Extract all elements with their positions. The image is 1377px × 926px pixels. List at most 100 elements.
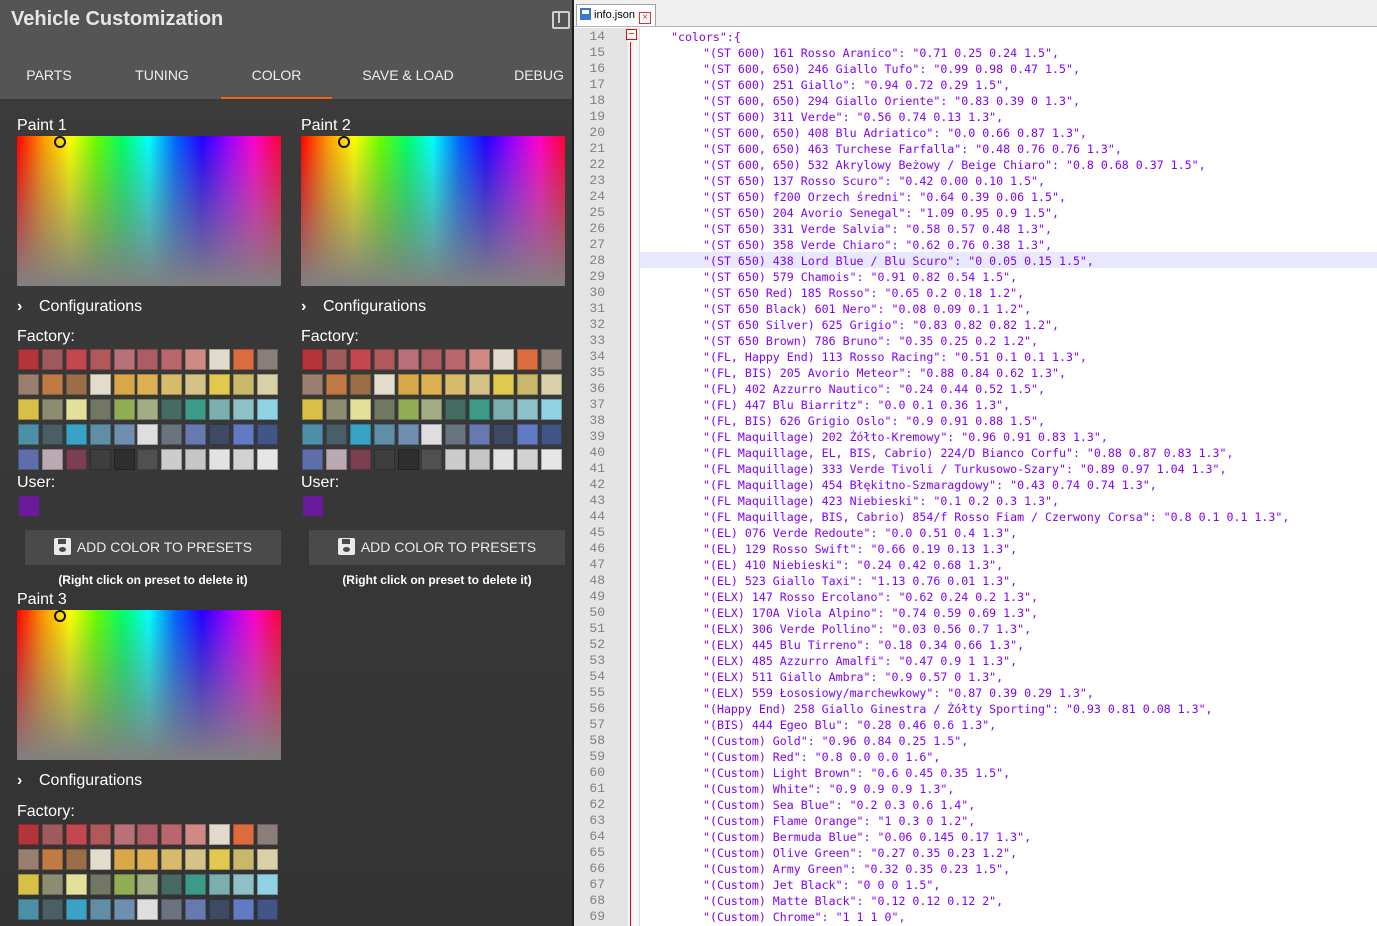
- paint-2-user-swatch[interactable]: [303, 496, 323, 516]
- factory-swatch[interactable]: [41, 849, 63, 870]
- code-line[interactable]: "(ST 650 Red) 185 Rosso": "0.65 0.2 0.18…: [703, 285, 1024, 301]
- factory-swatch[interactable]: [89, 424, 111, 445]
- factory-swatch[interactable]: [185, 874, 207, 895]
- code-line[interactable]: "(FL) 402 Azzurro Nautico": "0.24 0.44 0…: [703, 381, 1045, 397]
- factory-swatch[interactable]: [256, 899, 278, 920]
- factory-swatch[interactable]: [349, 449, 371, 470]
- code-line[interactable]: "(Custom) Jet Black": "0 0 0 1.5",: [703, 877, 940, 893]
- factory-swatch[interactable]: [421, 349, 443, 370]
- code-line[interactable]: "(ELX) 147 Rosso Ercolano": "0.62 0.24 0…: [703, 589, 1038, 605]
- factory-swatch[interactable]: [137, 424, 159, 445]
- factory-swatch[interactable]: [65, 399, 87, 420]
- code-line[interactable]: "(ELX) 306 Verde Pollino": "0.03 0.56 0.…: [703, 621, 1031, 637]
- factory-swatch[interactable]: [469, 424, 491, 445]
- factory-swatch[interactable]: [256, 849, 278, 870]
- code-line[interactable]: "(FL Maquillage, BIS, Cabrio) 854/f Ross…: [703, 509, 1289, 525]
- paint-3-picker-handle[interactable]: [54, 610, 66, 622]
- factory-swatch[interactable]: [469, 349, 491, 370]
- factory-swatch[interactable]: [89, 899, 111, 920]
- factory-swatch[interactable]: [137, 399, 159, 420]
- factory-swatch[interactable]: [469, 374, 491, 395]
- factory-swatch[interactable]: [209, 424, 231, 445]
- factory-swatch[interactable]: [325, 399, 347, 420]
- factory-swatch[interactable]: [493, 374, 515, 395]
- factory-swatch[interactable]: [161, 349, 183, 370]
- factory-swatch[interactable]: [233, 449, 255, 470]
- factory-swatch[interactable]: [161, 899, 183, 920]
- code-line[interactable]: "(ST 650) 579 Chamois": "0.91 0.82 0.54 …: [703, 269, 1017, 285]
- factory-swatch[interactable]: [325, 424, 347, 445]
- paint-3-color-picker[interactable]: [17, 610, 281, 760]
- factory-swatch[interactable]: [540, 449, 562, 470]
- factory-swatch[interactable]: [113, 824, 135, 845]
- factory-swatch[interactable]: [18, 399, 39, 420]
- factory-swatch[interactable]: [65, 849, 87, 870]
- factory-swatch[interactable]: [445, 449, 467, 470]
- factory-swatch[interactable]: [113, 349, 135, 370]
- code-line[interactable]: "(ST 650) 358 Verde Chiaro": "0.62 0.76 …: [703, 237, 1052, 253]
- factory-swatch[interactable]: [209, 374, 231, 395]
- factory-swatch[interactable]: [65, 874, 87, 895]
- code-line[interactable]: "(FL) 447 Blu Biarritz": "0.0 0.1 0.36 1…: [703, 397, 1010, 413]
- factory-swatch[interactable]: [161, 374, 183, 395]
- factory-swatch[interactable]: [421, 449, 443, 470]
- factory-swatch[interactable]: [185, 824, 207, 845]
- tab-color[interactable]: COLOR: [221, 58, 332, 99]
- code-line[interactable]: "(FL, BIS) 205 Avorio Meteor": "0.88 0.8…: [703, 365, 1066, 381]
- factory-swatch[interactable]: [445, 374, 467, 395]
- code-line[interactable]: "(Custom) Bermuda Blue": "0.06 0.145 0.1…: [703, 829, 1031, 845]
- factory-swatch[interactable]: [421, 374, 443, 395]
- code-line[interactable]: "(FL Maquillage) 202 Żółto-Kremowy": "0.…: [703, 429, 1108, 445]
- factory-swatch[interactable]: [302, 449, 323, 470]
- factory-swatch[interactable]: [41, 824, 63, 845]
- factory-swatch[interactable]: [185, 424, 207, 445]
- factory-swatch[interactable]: [517, 449, 539, 470]
- factory-swatch[interactable]: [65, 424, 87, 445]
- factory-swatch[interactable]: [349, 399, 371, 420]
- factory-swatch[interactable]: [302, 399, 323, 420]
- factory-swatch[interactable]: [493, 349, 515, 370]
- code-line[interactable]: "(Custom) Light Brown": "0.6 0.45 0.35 1…: [703, 765, 1010, 781]
- code-line[interactable]: "(ST 650) 331 Verde Salvia": "0.58 0.57 …: [703, 221, 1052, 237]
- factory-swatch[interactable]: [137, 449, 159, 470]
- code-line[interactable]: "(ELX) 445 Blu Tirreno": "0.18 0.34 0.66…: [703, 637, 1024, 653]
- factory-swatch[interactable]: [540, 424, 562, 445]
- code-line[interactable]: "(ST 650 Brown) 786 Bruno": "0.35 0.25 0…: [703, 333, 1038, 349]
- code-line[interactable]: "(Custom) Gold": "0.96 0.84 0.25 1.5",: [703, 733, 968, 749]
- paint-3-configurations-toggle[interactable]: › Configurations: [17, 772, 142, 790]
- code-line[interactable]: "(ST 650) 438 Lord Blue / Blu Scuro": "0…: [703, 253, 1094, 269]
- factory-swatch[interactable]: [397, 349, 419, 370]
- code-line[interactable]: "(ST 650) 137 Rosso Scuro": "0.42 0.00 0…: [703, 173, 1045, 189]
- code-line[interactable]: "(ELX) 485 Azzurro Amalfi": "0.47 0.9 1 …: [703, 653, 1017, 669]
- factory-swatch[interactable]: [185, 399, 207, 420]
- factory-swatch[interactable]: [113, 374, 135, 395]
- factory-swatch[interactable]: [18, 449, 39, 470]
- factory-swatch[interactable]: [209, 849, 231, 870]
- code-line[interactable]: "(Custom) Chrome": "1 1 1 0",: [703, 909, 905, 925]
- factory-swatch[interactable]: [209, 824, 231, 845]
- tab-save-load[interactable]: SAVE & LOAD: [353, 58, 463, 99]
- factory-swatch[interactable]: [256, 449, 278, 470]
- tab-debug[interactable]: DEBUG: [506, 58, 572, 99]
- factory-swatch[interactable]: [445, 349, 467, 370]
- paint-1-add-color-button[interactable]: ADD COLOR TO PRESETS: [25, 530, 281, 565]
- factory-swatch[interactable]: [256, 399, 278, 420]
- code-line[interactable]: "(FL, Happy End) 113 Rosso Racing": "0.5…: [703, 349, 1087, 365]
- code-line[interactable]: "(FL, BIS) 626 Grigio Oslo": "0.9 0.91 0…: [703, 413, 1045, 429]
- code-line[interactable]: "colors":{: [671, 29, 741, 45]
- factory-swatch[interactable]: [18, 824, 39, 845]
- factory-swatch[interactable]: [325, 374, 347, 395]
- code-line[interactable]: "(Custom) Olive Green": "0.27 0.35 0.23 …: [703, 845, 1017, 861]
- factory-swatch[interactable]: [18, 899, 39, 920]
- factory-swatch[interactable]: [185, 849, 207, 870]
- factory-swatch[interactable]: [89, 374, 111, 395]
- factory-swatch[interactable]: [209, 399, 231, 420]
- factory-swatch[interactable]: [233, 424, 255, 445]
- factory-swatch[interactable]: [161, 874, 183, 895]
- code-line[interactable]: "(FL Maquillage) 423 Niebieski": "0.1 0.…: [703, 493, 1059, 509]
- code-line[interactable]: "(Custom) Flame Orange": "1 0.3 0 1.2",: [703, 813, 975, 829]
- factory-swatch[interactable]: [113, 424, 135, 445]
- factory-swatch[interactable]: [517, 374, 539, 395]
- factory-swatch[interactable]: [233, 824, 255, 845]
- fold-collapse-icon[interactable]: −: [626, 29, 637, 40]
